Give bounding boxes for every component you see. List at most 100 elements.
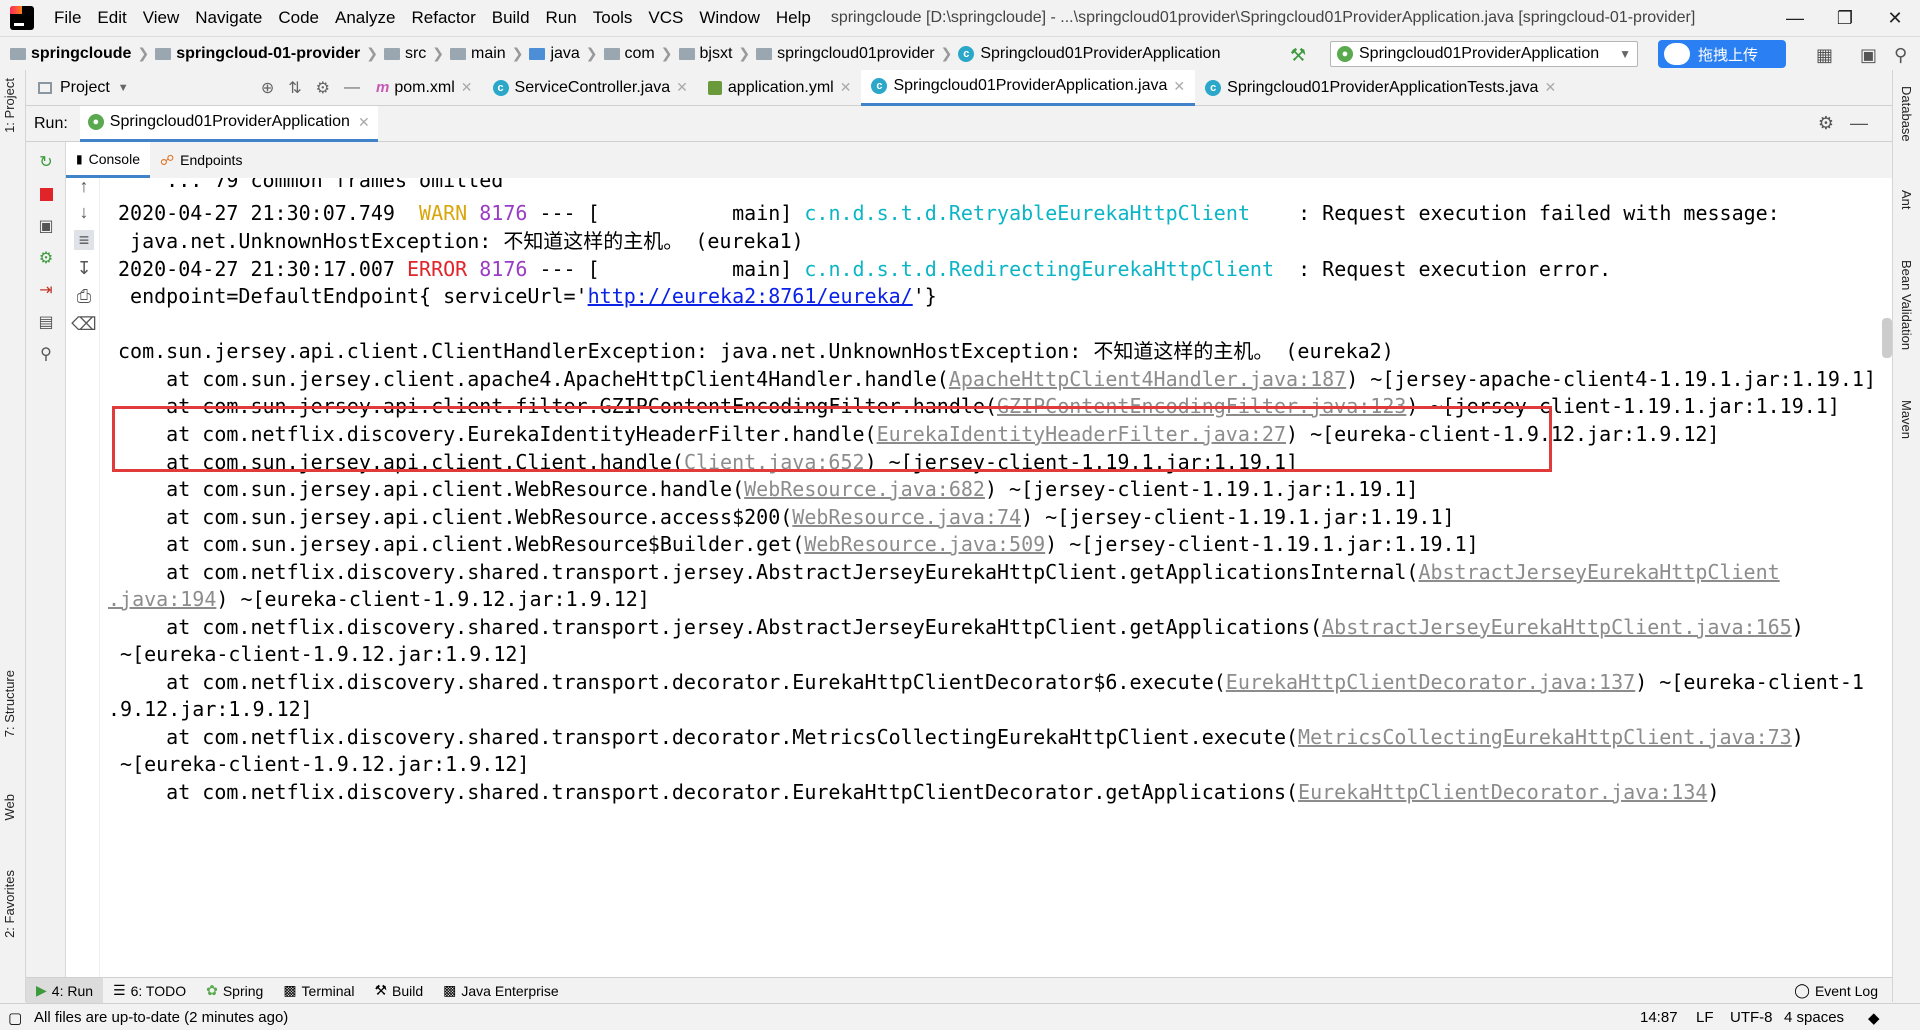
menu-build[interactable]: Build [484, 8, 538, 28]
source-link[interactable]: MetricsCollectingEurekaHttpClient.java:7… [1298, 725, 1792, 749]
close-tab-icon[interactable]: ✕ [840, 79, 852, 96]
layout-icon[interactable]: ▤ [36, 312, 56, 332]
line-separator[interactable]: LF [1696, 1009, 1714, 1026]
gear-icon[interactable]: ⚙ [1818, 113, 1834, 134]
menu-analyze[interactable]: Analyze [327, 8, 403, 28]
menu-file[interactable]: File [46, 8, 89, 28]
tool-tab-favorites[interactable]: 2: Favorites [2, 870, 17, 938]
caret-position[interactable]: 14:87 [1640, 1009, 1678, 1026]
menu-edit[interactable]: Edit [89, 8, 134, 28]
menu-refactor[interactable]: Refactor [403, 8, 483, 28]
minimize-icon[interactable]: — [1770, 0, 1820, 36]
run-configuration-select[interactable]: ● Springcloud01ProviderApplication ▼ [1330, 41, 1638, 67]
scroll-to-end-icon[interactable]: ↧ [74, 258, 94, 278]
breadcrumb-src[interactable]: src ❯ [383, 45, 444, 63]
trash-icon[interactable]: ⌫ [71, 314, 96, 334]
pin-icon[interactable]: ⚲ [36, 344, 56, 364]
arrow-up-icon[interactable]: ↑ [74, 176, 94, 196]
tab-provider-application[interactable]: c Springcloud01ProviderApplication.java ✕ [861, 69, 1196, 106]
tab-console[interactable]: ▮ Console [66, 142, 150, 178]
breadcrumb-provider-module[interactable]: springcloud-01-provider ❯ [155, 45, 378, 63]
soft-wrap-icon[interactable]: ≡ [74, 230, 94, 250]
maximize-icon[interactable]: ❐ [1820, 0, 1870, 36]
tool-tab-ant[interactable]: Ant [1899, 190, 1914, 210]
status-square-icon[interactable]: ▢ [8, 1009, 22, 1027]
console-output[interactable]: ... 79 common frames omitted 2020-04-27 … [100, 178, 1892, 977]
indent-setting[interactable]: 4 spaces [1784, 1009, 1844, 1026]
file-encoding[interactable]: UTF-8 [1730, 1009, 1773, 1026]
service-url-link[interactable]: http://eureka2:8761/eureka/ [588, 284, 913, 308]
source-link[interactable]: EurekaHttpClientDecorator.java:134 [1298, 780, 1707, 804]
hide-icon[interactable]: — [1850, 113, 1868, 134]
menu-tools[interactable]: Tools [585, 8, 641, 28]
scrollbar[interactable] [1882, 318, 1892, 358]
menu-code[interactable]: Code [270, 8, 327, 28]
close-tab-icon[interactable]: ✕ [1544, 79, 1556, 96]
tab-pom-xml[interactable]: m pom.xml ✕ [366, 70, 483, 106]
tool-tab-spring[interactable]: ✿ Spring [196, 978, 273, 1004]
breadcrumb-springcloude[interactable]: springcloude ❯ [10, 45, 149, 63]
project-structure-icon[interactable]: ▦ [1816, 45, 1833, 66]
source-link[interactable]: .java:194 [108, 587, 216, 611]
menu-help[interactable]: Help [768, 8, 819, 28]
breadcrumb-main[interactable]: main ❯ [450, 45, 523, 63]
search-icon[interactable]: ⚲ [1894, 45, 1907, 66]
gear-icon[interactable]: ⚙ [316, 78, 330, 98]
locate-icon[interactable]: ⊕ [261, 78, 274, 98]
breadcrumb-bjsxt[interactable]: bjsxt ❯ [678, 45, 750, 63]
close-tab-icon[interactable]: ✕ [1173, 78, 1185, 95]
breadcrumb-class[interactable]: c Springcloud01ProviderApplication [958, 45, 1220, 63]
tool-tab-bean-validation[interactable]: Bean Validation [1899, 260, 1914, 350]
close-tab-icon[interactable]: ✕ [461, 79, 473, 96]
close-tab-icon[interactable]: ✕ [358, 114, 370, 131]
debug-icon[interactable]: ⚙ [36, 248, 56, 268]
run-tab[interactable]: ● Springcloud01ProviderApplication ✕ [79, 105, 378, 142]
lock-icon[interactable]: ◆ [1868, 1009, 1880, 1027]
tab-provider-application-tests[interactable]: c Springcloud01ProviderApplicationTests.j… [1195, 70, 1566, 106]
collapse-icon[interactable]: ⇅ [288, 78, 301, 98]
upload-button[interactable]: 拖拽上传 [1658, 40, 1786, 68]
source-link[interactable]: AbstractJerseyEurekaHttpClient [1418, 560, 1779, 584]
tab-endpoints[interactable]: ☍ Endpoints [150, 142, 252, 178]
close-icon[interactable]: ✕ [1870, 0, 1920, 36]
source-link[interactable]: WebResource.java:74 [792, 505, 1021, 529]
tool-tab-java-enterprise[interactable]: ▩ Java Enterprise [433, 978, 569, 1004]
tool-tab-todo[interactable]: ☰ 6: TODO [103, 978, 196, 1004]
menu-vcs[interactable]: VCS [640, 8, 691, 28]
tab-service-controller[interactable]: c ServiceController.java ✕ [483, 70, 698, 106]
source-link[interactable]: WebResource.java:682 [744, 477, 985, 501]
tab-application-yml[interactable]: application.yml ✕ [698, 70, 862, 106]
tool-tab-web[interactable]: Web [2, 794, 17, 821]
layout-icon[interactable]: ▣ [1860, 45, 1877, 66]
tool-tab-build[interactable]: ⚒ Build [364, 978, 433, 1004]
source-link[interactable]: WebResource.java:509 [804, 532, 1045, 556]
build-hammer-icon[interactable]: ⚒ [1290, 45, 1306, 66]
hide-icon[interactable]: — [344, 79, 360, 97]
menu-window[interactable]: Window [691, 8, 767, 28]
rerun-icon[interactable]: ↻ [36, 152, 56, 172]
tool-tab-maven[interactable]: Maven [1899, 400, 1914, 439]
exit-icon[interactable]: ⇥ [36, 280, 56, 300]
menu-run[interactable]: Run [538, 8, 585, 28]
tool-tab-project[interactable]: 1: Project [2, 78, 17, 133]
project-view-selector[interactable]: Project ▼ ⊕ ⇅ ⚙ — [26, 78, 366, 98]
menu-view[interactable]: View [135, 8, 188, 28]
event-log-button[interactable]: ◯ Event Log [1784, 978, 1888, 1004]
log-level-warn: WARN [419, 201, 468, 225]
source-link[interactable]: ApacheHttpClient4Handler.java:187 [949, 367, 1346, 391]
breadcrumb-java[interactable]: java ❯ [529, 45, 598, 63]
menu-navigate[interactable]: Navigate [187, 8, 270, 28]
camera-icon[interactable]: ▣ [36, 216, 56, 236]
source-link[interactable]: AbstractJerseyEurekaHttpClient.java:165 [1322, 615, 1792, 639]
arrow-down-icon[interactable]: ↓ [74, 202, 94, 222]
stop-icon[interactable] [36, 184, 56, 204]
tool-tab-structure[interactable]: 7: Structure [2, 670, 17, 737]
close-tab-icon[interactable]: ✕ [676, 79, 688, 96]
print-icon[interactable]: ⎙ [74, 286, 94, 306]
tool-tab-run[interactable]: ▶ 4: Run [26, 977, 104, 1004]
source-link[interactable]: EurekaHttpClientDecorator.java:137 [1226, 670, 1635, 694]
tool-tab-terminal[interactable]: ▩ Terminal [273, 978, 364, 1004]
tool-tab-database[interactable]: Database [1899, 86, 1914, 142]
breadcrumb-package[interactable]: springcloud01provider ❯ [756, 45, 952, 63]
breadcrumb-com[interactable]: com ❯ [603, 45, 673, 63]
